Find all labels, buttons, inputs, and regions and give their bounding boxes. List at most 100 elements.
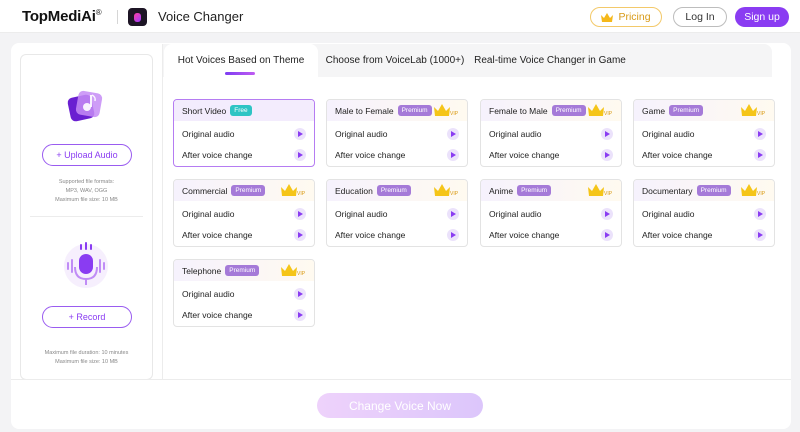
top-bar: TopMediAi® Voice Changer Pricing Log In … bbox=[0, 0, 800, 33]
play-icon[interactable] bbox=[754, 148, 766, 161]
premium-badge: Premium bbox=[551, 105, 586, 116]
after-change-label: After voice change bbox=[182, 149, 253, 160]
vip-crown-icon: VIP bbox=[281, 184, 306, 197]
app-title: Voice Changer bbox=[158, 9, 244, 24]
voice-card[interactable]: Telephone Premium VIP Original audio After v… bbox=[173, 259, 315, 327]
sidebar-divider bbox=[162, 44, 163, 380]
play-icon[interactable] bbox=[601, 228, 613, 241]
premium-badge: Premium bbox=[696, 185, 731, 196]
after-change-row[interactable]: After voice change bbox=[327, 224, 467, 245]
vip-crown-icon: VIP bbox=[281, 264, 306, 277]
vip-text: VIP bbox=[297, 271, 306, 277]
play-icon[interactable] bbox=[754, 207, 766, 220]
play-icon[interactable] bbox=[754, 228, 766, 241]
original-audio-row[interactable]: Original audio bbox=[481, 203, 621, 224]
original-audio-row[interactable]: Original audio bbox=[174, 203, 314, 224]
original-audio-label: Original audio bbox=[182, 288, 235, 299]
upload-note-line: Supported file formats: bbox=[58, 179, 115, 185]
voice-card[interactable]: Anime Premium VIP Original audio After voice… bbox=[480, 179, 622, 247]
after-change-row[interactable]: After voice change bbox=[481, 224, 621, 245]
change-voice-now-button[interactable]: Change Voice Now bbox=[317, 393, 483, 418]
after-change-row[interactable]: After voice change bbox=[174, 224, 314, 245]
after-change-row[interactable]: After voice change bbox=[634, 224, 774, 245]
play-icon[interactable] bbox=[294, 148, 306, 161]
vip-text: VIP bbox=[757, 111, 766, 117]
voice-card[interactable]: Education Premium VIP Original audio After v… bbox=[326, 179, 468, 247]
upload-format-note: Supported file formats: MP3, WAV, OGG Ma… bbox=[20, 178, 153, 205]
original-audio-row[interactable]: Original audio bbox=[174, 123, 314, 144]
play-icon[interactable] bbox=[294, 228, 306, 241]
original-audio-label: Original audio bbox=[182, 208, 235, 219]
logo-text: TopMediAi bbox=[22, 8, 96, 25]
after-change-row[interactable]: After voice change bbox=[174, 304, 314, 325]
play-icon[interactable] bbox=[294, 287, 306, 300]
play-icon[interactable] bbox=[754, 127, 766, 140]
play-icon[interactable] bbox=[447, 207, 459, 220]
voice-card[interactable]: Commercial Premium VIP Original audio After … bbox=[173, 179, 315, 247]
record-note-line: Maximum file size: 10 MB bbox=[55, 359, 118, 365]
play-icon[interactable] bbox=[294, 308, 306, 321]
voice-card[interactable]: Documentary Premium VIP Original audio After… bbox=[633, 179, 775, 247]
pricing-button[interactable]: Pricing bbox=[590, 7, 662, 27]
vip-text: VIP bbox=[450, 191, 459, 197]
logo-reg-mark: ® bbox=[95, 8, 102, 17]
premium-badge: Premium bbox=[517, 185, 552, 196]
tab-realtime-game[interactable]: Real-time Voice Changer in Game bbox=[468, 44, 632, 77]
play-icon[interactable] bbox=[447, 127, 459, 140]
after-change-label: After voice change bbox=[182, 229, 253, 240]
play-icon[interactable] bbox=[447, 148, 459, 161]
original-audio-label: Original audio bbox=[335, 128, 388, 139]
original-audio-label: Original audio bbox=[182, 128, 235, 139]
play-icon[interactable] bbox=[447, 228, 459, 241]
original-audio-row[interactable]: Original audio bbox=[634, 203, 774, 224]
after-change-row[interactable]: After voice change bbox=[174, 144, 314, 165]
footer-divider bbox=[11, 379, 791, 380]
premium-badge: Premium bbox=[376, 185, 411, 196]
voice-card-header: Male to Female Premium VIP bbox=[327, 100, 467, 121]
original-audio-row[interactable]: Original audio bbox=[327, 203, 467, 224]
logo[interactable]: TopMediAi® bbox=[22, 8, 102, 25]
after-change-label: After voice change bbox=[642, 149, 713, 160]
after-change-row[interactable]: After voice change bbox=[481, 144, 621, 165]
premium-badge: Premium bbox=[231, 185, 266, 196]
play-icon[interactable] bbox=[601, 127, 613, 140]
voice-card-header: Anime Premium VIP bbox=[481, 180, 621, 201]
original-audio-row[interactable]: Original audio bbox=[327, 123, 467, 144]
voice-card-title: Short Video bbox=[182, 105, 227, 116]
after-change-label: After voice change bbox=[489, 149, 560, 160]
signup-button[interactable]: Sign up bbox=[735, 7, 789, 27]
original-audio-row[interactable]: Original audio bbox=[174, 283, 314, 304]
voice-card-header: Female to Male Premium VIP bbox=[481, 100, 621, 121]
voice-card[interactable]: Short Video Free Original audio After voice… bbox=[173, 99, 315, 167]
original-audio-label: Original audio bbox=[489, 208, 542, 219]
original-audio-row[interactable]: Original audio bbox=[634, 123, 774, 144]
vip-text: VIP bbox=[604, 191, 613, 197]
after-change-row[interactable]: After voice change bbox=[327, 144, 467, 165]
record-button[interactable]: + Record bbox=[42, 306, 132, 328]
original-audio-row[interactable]: Original audio bbox=[481, 123, 621, 144]
play-icon[interactable] bbox=[601, 148, 613, 161]
active-tab-indicator bbox=[225, 72, 255, 75]
microphone-illustration-icon bbox=[64, 242, 108, 288]
voice-card-title: Telephone bbox=[182, 265, 222, 276]
voice-card[interactable]: Male to Female Premium VIP Original audio Af… bbox=[326, 99, 468, 167]
login-button[interactable]: Log In bbox=[673, 7, 727, 27]
after-change-label: After voice change bbox=[489, 229, 560, 240]
voice-card-header: Commercial Premium VIP bbox=[174, 180, 314, 201]
voice-card[interactable]: Game Premium VIP Original audio After voice … bbox=[633, 99, 775, 167]
pricing-label: Pricing bbox=[618, 11, 651, 23]
play-icon[interactable] bbox=[601, 207, 613, 220]
vip-text: VIP bbox=[297, 191, 306, 197]
voice-changer-app-icon bbox=[128, 8, 147, 26]
voice-card[interactable]: Female to Male Premium VIP Original audio Af… bbox=[480, 99, 622, 167]
tab-voicelab[interactable]: Choose from VoiceLab (1000+) bbox=[322, 44, 468, 77]
premium-badge: Premium bbox=[397, 105, 432, 116]
voice-card-title: Commercial bbox=[182, 185, 228, 196]
vip-crown-icon: VIP bbox=[434, 184, 459, 197]
after-change-row[interactable]: After voice change bbox=[634, 144, 774, 165]
play-icon[interactable] bbox=[294, 127, 306, 140]
play-icon[interactable] bbox=[294, 207, 306, 220]
vip-crown-icon: VIP bbox=[588, 104, 613, 117]
upload-audio-button[interactable]: + Upload Audio bbox=[42, 144, 132, 166]
vip-crown-icon: VIP bbox=[588, 184, 613, 197]
